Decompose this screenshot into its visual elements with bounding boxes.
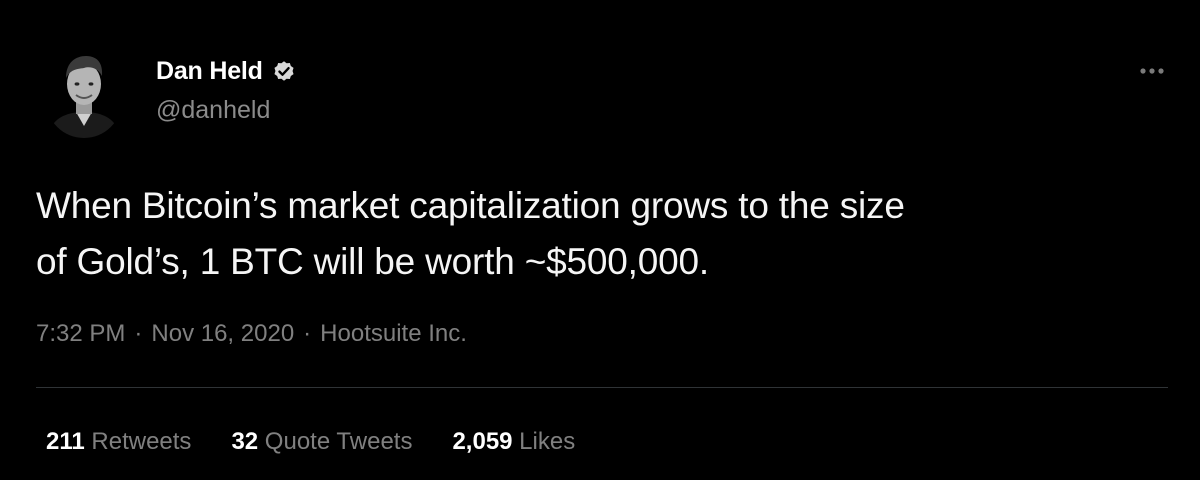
likes-stat[interactable]: 2,059 Likes — [452, 428, 575, 456]
name-row: Dan Held — [156, 56, 297, 86]
tweet-source[interactable]: Hootsuite Inc. — [320, 320, 467, 348]
meta-separator: · — [134, 320, 143, 347]
quote-tweets-stat[interactable]: 32 Quote Tweets — [231, 428, 412, 456]
tweet-meta: 7:32 PM · Nov 16, 2020 · Hootsuite Inc. — [36, 320, 467, 348]
avatar[interactable] — [46, 46, 122, 138]
tweet-stats: 211 Retweets 32 Quote Tweets 2,059 Likes — [46, 428, 575, 456]
more-options-icon[interactable] — [1134, 56, 1170, 86]
likes-count: 2,059 — [452, 428, 513, 455]
divider — [36, 387, 1168, 388]
retweets-stat[interactable]: 211 Retweets — [46, 428, 191, 456]
tweet-card: Dan Held @danheld When Bitcoin’s market … — [0, 0, 1200, 480]
display-name[interactable]: Dan Held — [156, 57, 263, 86]
retweets-count: 211 — [46, 428, 85, 455]
tweet-date[interactable]: Nov 16, 2020 — [151, 320, 294, 348]
retweets-label: Retweets — [84, 428, 192, 455]
quote-tweets-label: Quote Tweets — [258, 428, 413, 455]
tweet-text-line: of Gold’s, 1 BTC will be worth ~$500,000… — [36, 241, 709, 282]
verified-badge-icon — [271, 58, 297, 84]
user-handle[interactable]: @danheld — [156, 96, 297, 125]
meta-separator: · — [303, 320, 312, 347]
likes-label: Likes — [512, 428, 576, 455]
quote-tweets-count: 32 — [231, 428, 259, 455]
author-info: Dan Held @danheld — [156, 56, 297, 125]
tweet-text: When Bitcoin’s market capitalization gro… — [36, 178, 1166, 290]
avatar-image — [46, 46, 122, 138]
tweet-text-line: When Bitcoin’s market capitalization gro… — [36, 185, 905, 226]
tweet-time[interactable]: 7:32 PM — [36, 320, 125, 348]
